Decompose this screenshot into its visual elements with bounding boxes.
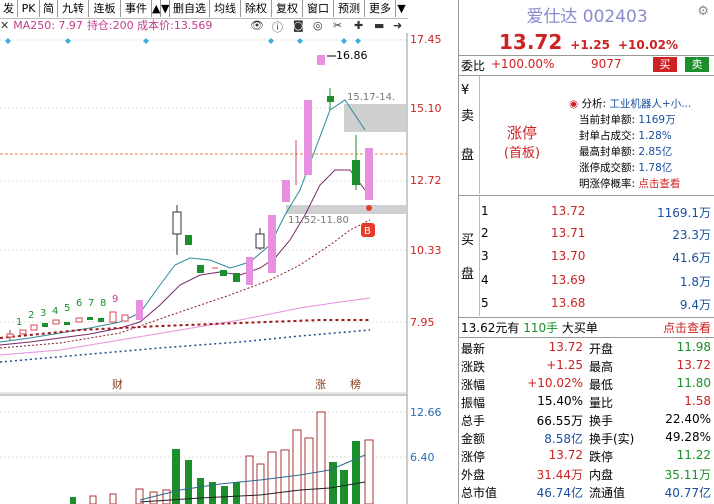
probability-link: 点击查看	[638, 178, 681, 190]
bid-row[interactable]: 2 13.71 23.3万	[479, 222, 713, 244]
limit-up-sub: (首板)	[503, 146, 541, 161]
sell-button[interactable]: 卖	[685, 57, 709, 72]
weibi-count: 9077	[591, 57, 622, 71]
svg-text:1: 1	[16, 317, 22, 328]
sell-side-marker: ¥	[461, 83, 470, 98]
bid-row[interactable]: 5 13.68 9.4万	[479, 292, 713, 314]
bid-row[interactable]: 1 13.72 1169.1万	[479, 200, 713, 222]
svg-text:7: 7	[88, 298, 94, 309]
buy-marker-label: B	[364, 226, 371, 237]
svg-text:3: 3	[40, 308, 46, 319]
svg-text:8: 8	[100, 298, 106, 309]
ma-line-purple	[0, 169, 366, 346]
big-order-line: 13.62元有 110手 大买单 点击查看	[461, 319, 713, 336]
volume-tick: 6.40	[410, 451, 435, 464]
limit-up-status: 涨停	[506, 124, 537, 142]
volume-tick: 12.66	[410, 406, 442, 419]
stat-row: 涨幅 +10.02% 最低 11.80	[461, 376, 711, 392]
buy-button[interactable]: 买	[653, 57, 677, 72]
price-tick: 10.33	[410, 244, 442, 257]
event-cai-marker[interactable]: 财	[112, 377, 123, 391]
stat-row: 总手 66.55万 换手 22.40%	[461, 412, 711, 428]
candle-up-pink	[136, 300, 143, 320]
trade-price: 13.62元有	[461, 321, 520, 335]
weibi-label: 委比	[461, 59, 486, 73]
analysis-row: 封单占成交: 1.28%	[579, 130, 672, 142]
trade-view-link[interactable]: 点击查看	[663, 319, 711, 336]
cost-band-lower	[286, 205, 406, 214]
svg-text:4: 4	[52, 306, 58, 317]
event-bang-marker[interactable]: 榜	[350, 377, 361, 391]
buy-side-label: 买	[461, 233, 475, 248]
weibi-value: +100.00%	[491, 57, 555, 71]
analysis-row[interactable]: ◉ 分析: 工业机器人+小...	[569, 96, 691, 111]
bid-row[interactable]: 3 13.70 41.6万	[479, 245, 713, 267]
stock-title: 爱仕达 002403	[526, 7, 648, 27]
trade-type: 大买单	[561, 321, 598, 335]
trade-lots: 110手	[523, 321, 559, 335]
buy-dot	[366, 205, 372, 211]
ma-line-navy	[0, 329, 371, 363]
quote-panel: 爱仕达 002403 ⚙ 13.72 +1.25 +10.02% 委比 +100.0…	[458, 0, 714, 504]
stat-row: 金额 8.58亿 换手(实) 49.28%	[461, 430, 711, 446]
probability-row[interactable]: 明涨停概率: 点击查看	[579, 176, 680, 191]
cost-band-upper	[344, 104, 406, 132]
event-zhang-marker[interactable]: 涨	[315, 378, 326, 391]
high-label: 16.86	[336, 49, 368, 62]
top-markers	[5, 38, 361, 44]
sell-side-label: 卖	[461, 109, 475, 124]
price-tick: 15.10	[410, 102, 442, 115]
analysis-row: 最高封单额: 2.85亿	[579, 146, 673, 158]
volume-bars	[70, 411, 374, 504]
stock-change: +1.25	[570, 38, 610, 52]
stat-row: 涨跌 +1.25 最高 13.72	[461, 358, 711, 374]
stat-row: 振幅 15.40% 量比 1.58	[461, 394, 711, 410]
price-grid	[0, 39, 407, 458]
price-tick: 7.95	[410, 316, 435, 329]
buy-side-label: 盘	[461, 267, 475, 282]
bid-row[interactable]: 4 13.69 1.8万	[479, 269, 713, 291]
stat-row: 最新 13.72 开盘 11.98	[461, 340, 711, 356]
price-tick: 17.45	[410, 33, 442, 46]
gear-icon[interactable]: ⚙	[697, 4, 709, 19]
svg-text:6: 6	[76, 298, 82, 309]
cost-band-lower-label: 11.52-11.80	[288, 215, 349, 226]
sell-side-label: 盘	[461, 148, 475, 163]
stock-pct: +10.02%	[617, 38, 678, 52]
weibi-row: 委比 +100.00% 9077 买 卖	[461, 57, 713, 73]
kline-chart: 16.86 15.17-14. 11.52-11.80 B 1 2 3 4 5 …	[0, 33, 408, 504]
stock-price: 13.72	[499, 30, 563, 54]
analysis-row: 当前封单额: 1169万	[579, 114, 676, 126]
stat-row: 涨停 13.72 跌停 11.22	[461, 448, 711, 464]
stat-row: 总市值 46.74亿 流通值 40.77亿	[461, 486, 711, 500]
candles	[6, 55, 373, 340]
stat-row: 外盘 31.44万 内盘 35.11万	[461, 468, 711, 482]
svg-text:5: 5	[64, 303, 70, 314]
stock-price-row: 13.72 +1.25 +10.02%	[499, 30, 678, 54]
cost-band-upper-label: 15.17-14.	[347, 92, 395, 103]
price-tick: 12.72	[410, 174, 442, 187]
svg-text:2: 2	[28, 310, 34, 321]
analysis-row: 涨停成交额: 1.78亿	[579, 162, 673, 174]
svg-text:9: 9	[112, 294, 118, 305]
